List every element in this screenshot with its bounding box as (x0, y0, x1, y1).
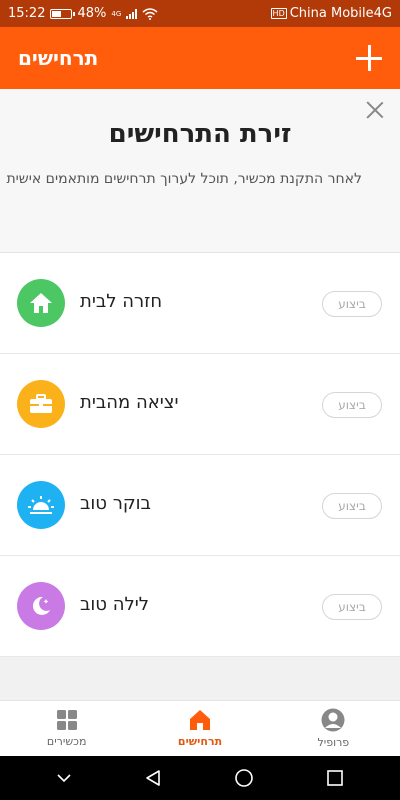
app-bar: תרחישים (0, 27, 400, 89)
chevron-down-icon[interactable] (56, 773, 72, 783)
run-button[interactable]: ביצוע (322, 493, 382, 519)
recents-icon[interactable] (326, 769, 344, 787)
bottom-nav: מכשירים תרחישים פרופיל (0, 700, 400, 756)
home-icon (189, 710, 210, 730)
battery-percent: 48% (77, 6, 107, 21)
page-title: תרחישים (18, 46, 99, 70)
tab-label: פרופיל (317, 736, 350, 749)
tab-profile[interactable]: פרופיל (267, 701, 400, 756)
scene-list: חזרה לבית ביצוע יציאה מהבית ביצוע בוקר ט… (0, 253, 400, 657)
add-scene-button[interactable] (356, 45, 382, 71)
system-nav-bar (0, 756, 400, 800)
user-icon (321, 708, 345, 732)
scene-label: לילה טוב (80, 594, 149, 615)
network-type: 4G (111, 9, 122, 18)
briefcase-icon (17, 380, 65, 428)
tab-label: תרחישים (177, 735, 223, 748)
status-bar: 15:22 48% 4G HD China Mobile4G (0, 0, 400, 27)
tab-label: מכשירים (46, 735, 87, 748)
scene-row-home[interactable]: חזרה לבית ביצוע (0, 253, 400, 354)
promo-title: זירת התרחישים (108, 119, 292, 149)
run-button[interactable]: ביצוע (322, 392, 382, 418)
tab-devices[interactable]: מכשירים (0, 701, 133, 756)
moon-icon (17, 582, 65, 630)
home-icon (17, 279, 65, 327)
promo-banner: זירת התרחישים לאחר התקנת מכשיר, תוכל לער… (0, 89, 400, 253)
back-icon[interactable] (144, 769, 162, 787)
run-button[interactable]: ביצוע (322, 291, 382, 317)
sunrise-icon (17, 481, 65, 529)
grid-icon (56, 710, 77, 730)
wifi-icon (142, 7, 158, 20)
tab-scenes[interactable]: תרחישים (133, 701, 266, 756)
home-circle-icon[interactable] (234, 768, 254, 788)
scene-label: יציאה מהבית (80, 392, 179, 413)
close-icon[interactable] (366, 101, 384, 119)
run-button[interactable]: ביצוע (322, 594, 382, 620)
scene-row-night[interactable]: לילה טוב ביצוע (0, 556, 400, 657)
scene-label: בוקר טוב (80, 493, 151, 514)
signal-icon (126, 8, 138, 19)
promo-subtitle: לאחר התקנת מכשיר, תוכל לערוך תרחישים מות… (6, 171, 362, 187)
scene-label: חזרה לבית (80, 291, 163, 312)
hd-badge: HD (270, 8, 287, 19)
scene-row-morning[interactable]: בוקר טוב ביצוע (0, 455, 400, 556)
carrier-name: China Mobile4G (289, 6, 392, 21)
status-time: 15:22 (8, 6, 46, 21)
battery-fill (52, 10, 61, 17)
battery-icon (50, 8, 76, 19)
scene-row-leave[interactable]: יציאה מהבית ביצוע (0, 354, 400, 455)
